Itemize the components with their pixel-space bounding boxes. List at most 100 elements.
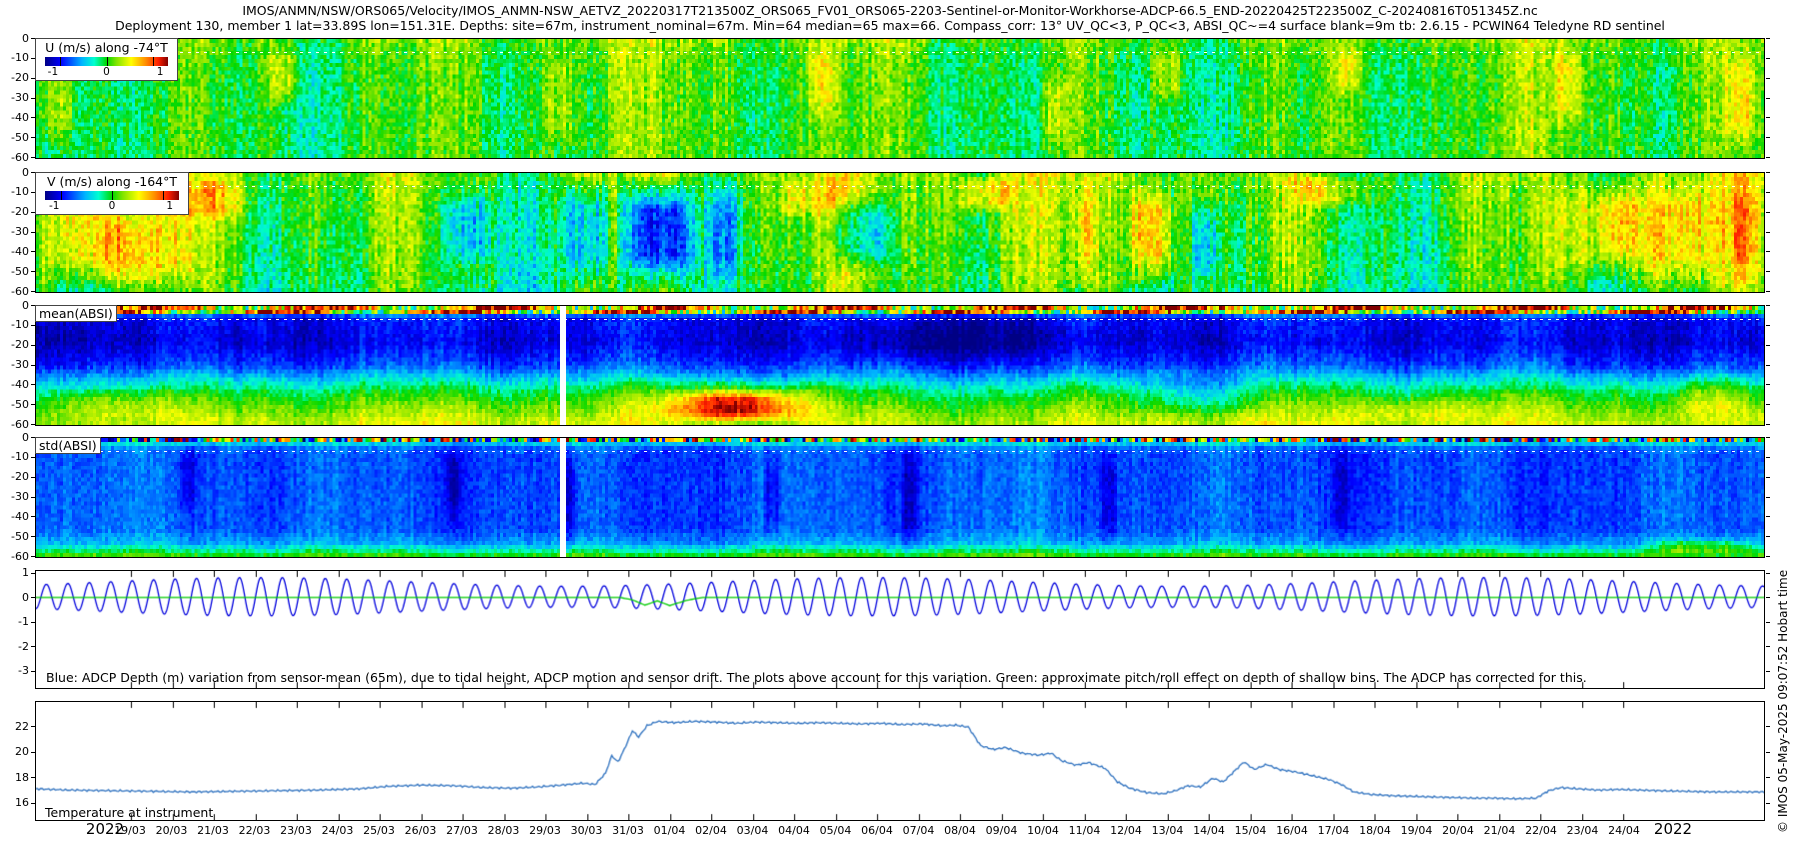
y-tick-mark xyxy=(31,573,35,574)
x-date-label: 14/04 xyxy=(1193,824,1225,837)
x-date-label: 19/04 xyxy=(1401,824,1433,837)
x-date-label: 15/04 xyxy=(1235,824,1267,837)
x-date-label: 25/03 xyxy=(363,824,395,837)
y-tick-mark xyxy=(1766,573,1770,574)
panel-mean-absi: mean(ABSI) xyxy=(35,305,1765,426)
std-absi-heatmap xyxy=(36,438,1764,557)
y-tick-mark xyxy=(1766,404,1770,405)
surface-blank-line xyxy=(36,451,1764,452)
y-tick-label: 0 xyxy=(0,432,29,443)
y-tick-mark xyxy=(31,291,35,292)
y-tick-mark xyxy=(1766,137,1770,138)
y-tick-label: 18 xyxy=(0,772,29,783)
x-date-label: 18/04 xyxy=(1359,824,1391,837)
y-tick-mark xyxy=(1766,172,1770,173)
y-tick-label: -60 xyxy=(0,419,29,430)
x-date-label: 09/04 xyxy=(986,824,1018,837)
mean-absi-label: mean(ABSI) xyxy=(35,305,117,322)
x-date-label: 27/03 xyxy=(446,824,478,837)
y-tick-mark xyxy=(1766,38,1770,39)
y-tick-mark xyxy=(31,516,35,517)
x-date-label: 16/04 xyxy=(1276,824,1308,837)
u-colorbar-legend: U (m/s) along -74°T -1 0 1 xyxy=(35,38,178,81)
y-tick-mark xyxy=(31,384,35,385)
y-tick-label: -40 xyxy=(0,246,29,257)
y-tick-label: -60 xyxy=(0,551,29,562)
panel-std-absi: std(ABSI) xyxy=(35,437,1765,558)
colorbar-tick-label: 0 xyxy=(109,200,116,212)
y-tick-mark xyxy=(1766,305,1770,306)
v-colorbar-ticks: -1 0 1 xyxy=(36,200,188,214)
y-tick-mark xyxy=(1766,291,1770,292)
surface-blank-line xyxy=(36,186,1764,187)
u-colorbar-ticks: -1 0 1 xyxy=(36,66,177,80)
y-tick-mark xyxy=(1766,192,1770,193)
x-date-label: 04/04 xyxy=(778,824,810,837)
panel-u-velocity: U (m/s) along -74°T -1 0 1 xyxy=(35,38,1765,159)
y-tick-label: -50 xyxy=(0,266,29,277)
y-tick-label: 1 xyxy=(0,567,29,578)
y-tick-label: -60 xyxy=(0,152,29,163)
x-date-label: 23/04 xyxy=(1567,824,1599,837)
x-date-label: 10/04 xyxy=(1027,824,1059,837)
x-date-label: 01/04 xyxy=(654,824,686,837)
y-tick-mark xyxy=(31,497,35,498)
colorbar-tick-label: 0 xyxy=(103,66,110,78)
x-date-label: 22/04 xyxy=(1525,824,1557,837)
colorbar-tick xyxy=(153,57,154,66)
x-date-label: 13/04 xyxy=(1152,824,1184,837)
colorbar-tick-label: -1 xyxy=(49,200,59,212)
x-date-label: 28/03 xyxy=(488,824,520,837)
x-date-label: 29/03 xyxy=(529,824,561,837)
y-tick-label: -10 xyxy=(0,451,29,462)
y-tick-mark xyxy=(1766,556,1770,557)
x-date-label: 23/03 xyxy=(280,824,312,837)
y-tick-mark xyxy=(31,752,35,753)
colorbar-tick xyxy=(112,191,113,200)
x-date-label: 06/04 xyxy=(861,824,893,837)
y-tick-mark xyxy=(31,232,35,233)
figure-root: IMOS/ANMN/NSW/ORS065/Velocity/IMOS_ANMN-… xyxy=(0,0,1800,850)
figure-subtitle: Deployment 130, member 1 lat=33.89S lon=… xyxy=(0,18,1780,33)
y-tick-label: -30 xyxy=(0,92,29,103)
y-tick-mark xyxy=(1766,365,1770,366)
y-tick-label: -50 xyxy=(0,531,29,542)
u-velocity-heatmap xyxy=(36,39,1764,158)
y-tick-label: -40 xyxy=(0,379,29,390)
y-tick-mark xyxy=(31,424,35,425)
x-date-label: 20/03 xyxy=(156,824,188,837)
x-date-label: 20/04 xyxy=(1442,824,1474,837)
y-tick-mark xyxy=(1766,157,1770,158)
y-tick-mark xyxy=(1766,212,1770,213)
y-tick-mark xyxy=(1766,117,1770,118)
y-tick-mark xyxy=(1766,477,1770,478)
y-tick-label: -2 xyxy=(0,641,29,652)
y-tick-mark xyxy=(31,325,35,326)
x-date-label: 22/03 xyxy=(239,824,271,837)
y-tick-mark xyxy=(31,271,35,272)
colorbar-tick xyxy=(163,191,164,200)
y-tick-label: -10 xyxy=(0,186,29,197)
y-tick-mark xyxy=(1766,777,1770,778)
y-tick-mark xyxy=(31,536,35,537)
x-axis-year-right: 2022 xyxy=(1654,820,1692,838)
y-tick-label: 0 xyxy=(0,167,29,178)
y-tick-mark xyxy=(1766,384,1770,385)
u-colorbar xyxy=(45,57,168,66)
y-tick-label: 0 xyxy=(0,300,29,311)
x-date-label: 08/04 xyxy=(944,824,976,837)
y-tick-label: -20 xyxy=(0,72,29,83)
x-date-label: 30/03 xyxy=(571,824,603,837)
y-tick-mark xyxy=(1766,325,1770,326)
y-tick-label: 16 xyxy=(0,797,29,808)
x-date-label: 03/04 xyxy=(737,824,769,837)
y-tick-label: 0 xyxy=(0,592,29,603)
y-tick-label: -40 xyxy=(0,511,29,522)
y-tick-mark xyxy=(31,646,35,647)
y-tick-mark xyxy=(1766,424,1770,425)
y-tick-mark xyxy=(1766,271,1770,272)
y-tick-mark xyxy=(1766,78,1770,79)
y-tick-mark xyxy=(31,777,35,778)
v-legend-title: V (m/s) along -164°T xyxy=(36,174,188,190)
y-tick-label: -30 xyxy=(0,226,29,237)
